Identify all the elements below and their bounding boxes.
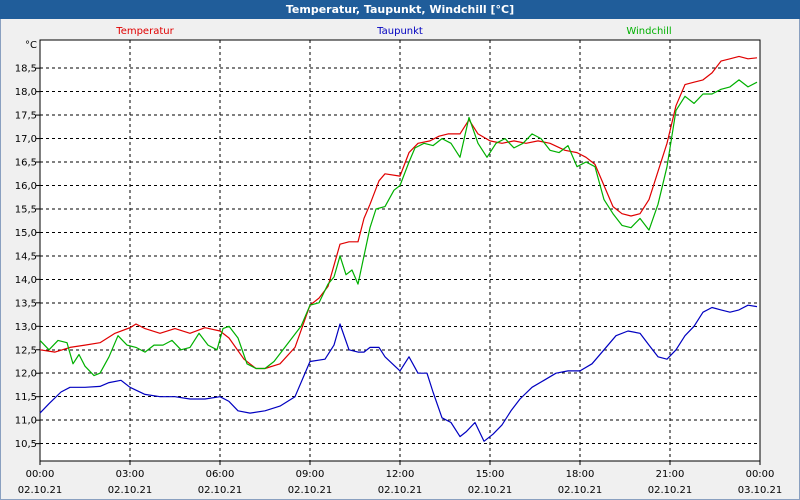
- y-tick-label: 11,0: [15, 416, 37, 427]
- line-chart: 10,5 11,0 11,5 12,0 12,5 13,0 13,5 14,0 14,5 15,0…: [15, 26, 783, 496]
- y-tick-label: 12,0: [15, 369, 37, 380]
- y-tick-label: 14,0: [15, 275, 37, 286]
- y-tick-label: 16,5: [15, 158, 37, 169]
- y-tick-label: 18,0: [15, 87, 37, 98]
- x-tick-time: 09:00: [296, 469, 325, 480]
- x-tick-date: 02.10.21: [648, 485, 693, 496]
- x-tick-time: 15:00: [476, 469, 505, 480]
- x-tick-date: 02.10.21: [108, 485, 153, 496]
- legend-taupunkt: Taupunkt: [376, 26, 423, 37]
- x-tick-date: 02.10.21: [378, 485, 423, 496]
- x-tick-time: 00:00: [746, 469, 775, 480]
- y-tick-label: 13,0: [15, 322, 37, 333]
- y-tick-label: 12,5: [15, 345, 37, 356]
- x-tick-time: 06:00: [206, 469, 235, 480]
- y-axis-label: °C: [25, 40, 37, 51]
- x-tick-date: 02.10.21: [18, 485, 63, 496]
- x-tick-time: 00:00: [26, 469, 55, 480]
- y-tick-label: 10,5: [15, 439, 37, 450]
- y-tick-label: 11,5: [15, 392, 37, 403]
- legend-temperatur: Temperatur: [115, 26, 174, 37]
- y-tick-label: 17,5: [15, 111, 37, 122]
- x-tick-time: 12:00: [386, 469, 415, 480]
- y-tick-label: 16,0: [15, 181, 37, 192]
- x-tick-date: 02.10.21: [558, 485, 603, 496]
- y-tick-label: 15,0: [15, 228, 37, 239]
- legend-windchill: Windchill: [626, 26, 671, 37]
- y-tick-label: 13,5: [15, 298, 37, 309]
- x-tick-date: 03.10.21: [738, 485, 783, 496]
- x-tick-time: 03:00: [116, 469, 145, 480]
- y-tick-label: 17,0: [15, 134, 37, 145]
- y-tick-label: 18,5: [15, 64, 37, 75]
- x-tick-date: 02.10.21: [468, 485, 513, 496]
- x-tick-date: 02.10.21: [288, 485, 333, 496]
- y-tick-label: 14,5: [15, 251, 37, 262]
- x-tick-time: 18:00: [566, 469, 595, 480]
- y-tick-label: 15,5: [15, 204, 37, 215]
- x-tick-date: 02.10.21: [198, 485, 243, 496]
- x-tick-time: 21:00: [656, 469, 685, 480]
